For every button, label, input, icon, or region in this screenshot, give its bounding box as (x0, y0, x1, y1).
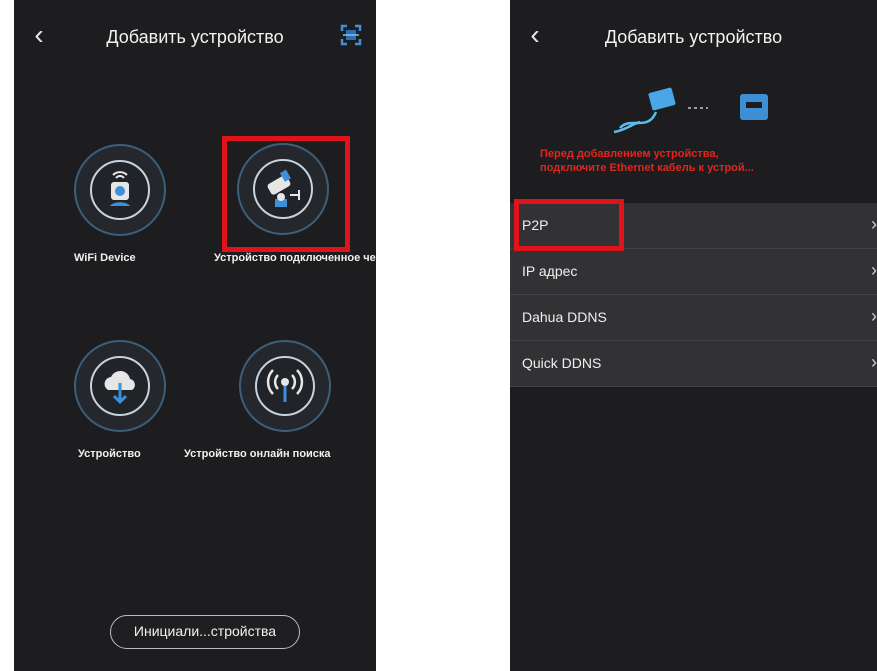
wifi-camera-icon (90, 160, 150, 220)
ethernet-cable-icon (613, 87, 768, 134)
list-item-label: Quick DDNS (522, 355, 602, 371)
chevron-right-icon: › (871, 352, 877, 372)
list-item-quick-ddns[interactable]: Quick DDNS › (510, 341, 877, 387)
scan-icon[interactable] (340, 24, 362, 46)
broadcast-icon (255, 356, 315, 416)
tile-label-wifi: WiFi Device (74, 252, 136, 264)
highlight-box (514, 199, 624, 251)
list-item-dahua-ddns[interactable]: Dahua DDNS › (510, 295, 877, 341)
add-device-screen-right: ‹ Добавить устройство Перед добавлением … (510, 0, 877, 671)
wifi-device-tile[interactable] (74, 144, 166, 236)
nav-bar: ‹ Добавить устройство (14, 14, 376, 60)
tile-ring (74, 144, 166, 236)
tile-ring (74, 340, 166, 432)
tile-label-cloud: Устройство (78, 448, 141, 460)
page-title: Добавить устройство (106, 27, 284, 47)
list-item-label: Dahua DDNS (522, 309, 607, 325)
cloud-device-tile[interactable] (74, 340, 166, 432)
tile-label-online: Устройство онлайн поиска (184, 448, 331, 460)
ethernet-warning: Перед добавлением устройства, подключите… (540, 147, 870, 175)
tile-label-wired: Устройство подключенное через пр (214, 252, 376, 264)
cloud-download-icon (90, 356, 150, 416)
highlight-box (222, 136, 350, 252)
add-device-screen-left: ‹ Добавить устройство WiFi Device Устрой… (14, 0, 376, 671)
page-title: Добавить устройство (604, 27, 783, 47)
tile-ring (239, 340, 331, 432)
chevron-right-icon: › (871, 306, 877, 326)
initialize-device-button[interactable]: Инициали...стройства (110, 615, 300, 649)
nav-bar: ‹ Добавить устройство (510, 14, 877, 60)
warning-line-2: подключите Ethernet кабель к устрой... (540, 162, 754, 174)
chevron-right-icon: › (871, 260, 877, 280)
chevron-right-icon: › (871, 214, 877, 234)
list-item-ip-address[interactable]: IP адрес › (510, 249, 877, 295)
online-search-tile[interactable] (239, 340, 331, 432)
warning-line-1: Перед добавлением устройства, (540, 148, 719, 160)
list-item-label: IP адрес (522, 263, 578, 279)
